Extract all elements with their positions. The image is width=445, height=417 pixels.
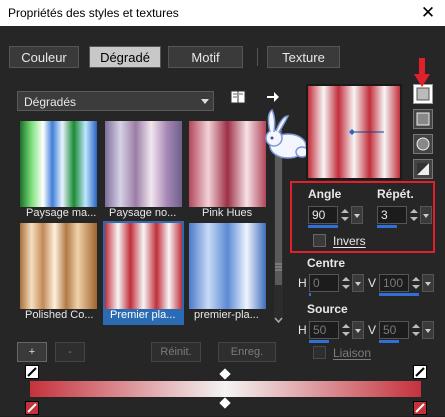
- repeat-input[interactable]: 3: [377, 206, 407, 224]
- gradient-swatch: [105, 223, 182, 309]
- gradient-label-2: Paysage no...: [109, 207, 177, 219]
- invert-label: Invers: [333, 234, 366, 248]
- red-arrow-icon: [414, 58, 430, 88]
- spin-up-icon[interactable]: [412, 324, 420, 328]
- gradient-swatch: [189, 223, 266, 309]
- source-v-dropdown-button[interactable]: [422, 321, 434, 339]
- spin-up-icon[interactable]: [342, 277, 350, 281]
- gradient-item-2[interactable]: [105, 121, 182, 210]
- spin-down-icon[interactable]: [341, 217, 349, 221]
- scroll-down-icon[interactable]: [274, 313, 283, 324]
- source-label: Source: [307, 302, 348, 316]
- angle-slider-bar[interactable]: [308, 225, 338, 228]
- link-label: Liaison: [333, 346, 372, 360]
- spin-up-icon[interactable]: [412, 277, 420, 281]
- scroll-grip-icon: [275, 260, 282, 271]
- source-h-spinner[interactable]: [341, 321, 351, 339]
- center-h-input[interactable]: 0: [309, 274, 339, 292]
- tab-couleur[interactable]: Couleur: [9, 46, 79, 68]
- gradient-swatch: [20, 223, 97, 309]
- source-h-label: H: [298, 323, 307, 337]
- marker-top-left-icon[interactable]: [25, 365, 39, 379]
- style-sunburst-button[interactable]: [413, 134, 433, 154]
- center-v-label: V: [368, 276, 377, 290]
- center-v-spinner[interactable]: [411, 274, 421, 292]
- gradient-label-3: Pink Hues: [202, 207, 253, 219]
- style-radial-button[interactable]: [413, 159, 433, 179]
- source-h-dropdown-button[interactable]: [352, 321, 364, 339]
- color-stop-left[interactable]: [25, 401, 39, 415]
- gradient-label-6: premier-pla...: [194, 309, 259, 321]
- tab-separator: [257, 48, 258, 66]
- chevron-down-icon: [201, 99, 209, 104]
- tab-degrade[interactable]: Dégradé: [89, 46, 161, 68]
- spin-down-icon[interactable]: [342, 285, 350, 289]
- arrow-right-icon[interactable]: [266, 90, 280, 104]
- style-rectangular-button[interactable]: [413, 109, 433, 129]
- spin-down-icon[interactable]: [410, 217, 418, 221]
- source-v-slider-bar[interactable]: [379, 340, 399, 343]
- marker-top-right-icon[interactable]: [413, 365, 427, 379]
- source-h-slider-bar[interactable]: [309, 340, 329, 343]
- save-button[interactable]: Enreg.: [218, 342, 276, 362]
- window-title: Propriétés des styles et textures: [8, 6, 179, 20]
- gradient-swatch: [105, 121, 182, 207]
- rabbit-decoration-icon: [262, 108, 312, 162]
- repeat-label: Répét.: [377, 187, 414, 201]
- spin-down-icon[interactable]: [412, 332, 420, 336]
- angle-dropdown-button[interactable]: [351, 206, 363, 224]
- tab-texture[interactable]: Texture: [267, 46, 340, 68]
- spin-up-icon[interactable]: [341, 209, 349, 213]
- category-selected: Dégradés: [24, 95, 77, 109]
- center-h-slider-bar[interactable]: [309, 293, 311, 296]
- color-stop-right[interactable]: [413, 401, 427, 415]
- gradient-label-4: Polished Co...: [25, 309, 94, 321]
- angle-label: Angle: [308, 187, 342, 201]
- spin-down-icon[interactable]: [412, 285, 420, 289]
- tab-motif[interactable]: Motif: [168, 46, 243, 68]
- spin-down-icon[interactable]: [342, 332, 350, 336]
- source-h-input[interactable]: 50: [309, 321, 339, 339]
- source-v-spinner[interactable]: [411, 321, 421, 339]
- gradient-swatch: [20, 121, 97, 207]
- gradient-swatch: [189, 121, 266, 207]
- gradient-item-6[interactable]: [189, 223, 266, 312]
- book-icon[interactable]: [229, 89, 247, 105]
- center-v-slider-bar[interactable]: [379, 293, 419, 296]
- repeat-spinner[interactable]: [409, 206, 419, 224]
- close-icon[interactable]: ✕: [418, 3, 438, 23]
- gradient-item-4[interactable]: [20, 223, 97, 312]
- reset-button[interactable]: Réinit.: [151, 342, 201, 362]
- add-marker-button[interactable]: +: [17, 342, 47, 362]
- repeat-slider-bar[interactable]: [377, 225, 397, 228]
- gradient-preview[interactable]: [306, 84, 402, 180]
- gradient-item-3[interactable]: [189, 121, 266, 210]
- remove-marker-button[interactable]: -: [55, 342, 85, 362]
- category-select[interactable]: Dégradés: [17, 91, 214, 111]
- angle-input[interactable]: 90: [308, 206, 338, 224]
- center-v-dropdown-button[interactable]: [422, 274, 434, 292]
- spin-up-icon[interactable]: [342, 324, 350, 328]
- center-h-dropdown-button[interactable]: [352, 274, 364, 292]
- source-v-input[interactable]: 50: [379, 321, 409, 339]
- gradient-bar[interactable]: [30, 381, 421, 397]
- spin-up-icon[interactable]: [410, 209, 418, 213]
- gradient-item-1[interactable]: [20, 121, 97, 210]
- center-label: Centre: [307, 256, 346, 270]
- repeat-dropdown-button[interactable]: [420, 206, 432, 224]
- link-checkbox[interactable]: [313, 346, 326, 359]
- gradient-label-1: Paysage ma...: [26, 207, 97, 219]
- gradient-label-5: Premier pla...: [110, 309, 176, 321]
- angle-spinner[interactable]: [340, 206, 350, 224]
- center-h-spinner[interactable]: [341, 274, 351, 292]
- source-v-label: V: [368, 323, 377, 337]
- center-h-label: H: [298, 276, 307, 290]
- preview-swatch: [308, 86, 400, 178]
- title-bar: Propriétés des styles et textures ✕: [0, 0, 445, 26]
- center-v-input[interactable]: 100: [379, 274, 409, 292]
- invert-checkbox[interactable]: [313, 234, 326, 247]
